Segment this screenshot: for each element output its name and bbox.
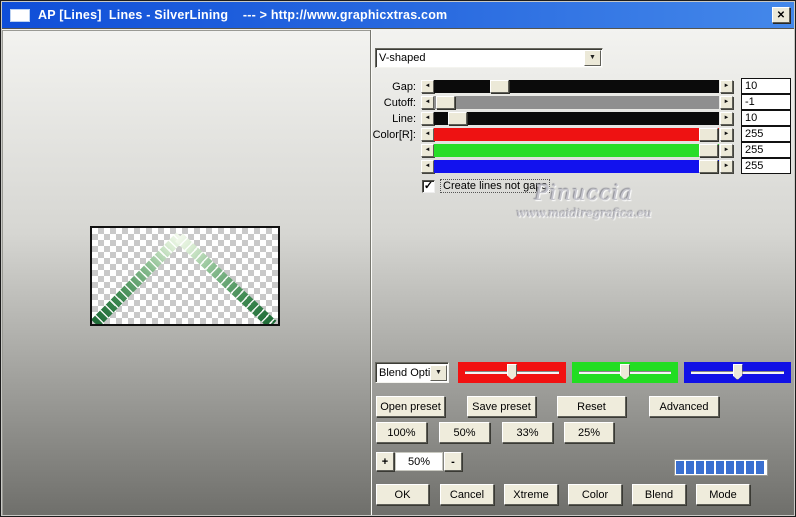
progress-segment	[736, 461, 744, 474]
ok-button[interactable]: OK	[376, 484, 429, 505]
color-label: Color[R]:	[372, 129, 416, 141]
blend-red-thumb[interactable]	[507, 364, 517, 380]
cutoff-value-field[interactable]	[741, 94, 791, 110]
blue-slider-thumb[interactable]	[699, 160, 718, 173]
window-title: AP [Lines] Lines - SilverLining --- > ht…	[38, 8, 448, 22]
watermark-name: Pinuccia	[534, 181, 634, 205]
blend-options-dropdown[interactable]: Blend Opti ▼	[375, 362, 449, 383]
window-icon	[10, 8, 30, 22]
cutoff-slider-thumb[interactable]	[436, 96, 455, 109]
blue-left-arrow-icon[interactable]: ◄	[421, 160, 434, 173]
gap-label: Gap:	[392, 81, 416, 93]
gap-right-arrow-icon[interactable]: ►	[720, 80, 733, 93]
color-blue-slider-row: ◄ ►	[374, 158, 794, 175]
progress-segment	[706, 461, 714, 474]
title-bar[interactable]: AP [Lines] Lines - SilverLining --- > ht…	[2, 2, 794, 28]
advanced-button[interactable]: Advanced	[649, 396, 719, 417]
blend-green-thumb[interactable]	[620, 364, 630, 380]
shape-dropdown-value: V-shaped	[379, 52, 426, 64]
cutoff-label: Cutoff:	[383, 97, 416, 109]
zoom-out-button[interactable]: -	[444, 452, 462, 471]
zoom-100-button[interactable]: 100%	[376, 422, 427, 443]
cutoff-left-arrow-icon[interactable]: ◄	[421, 96, 434, 109]
blend-red-slider[interactable]	[458, 362, 566, 383]
open-preset-button[interactable]: Open preset	[376, 396, 445, 417]
plugin-window: AP [Lines] Lines - SilverLining --- > ht…	[0, 0, 796, 517]
mode-button[interactable]: Mode	[696, 484, 750, 505]
close-icon: ✕	[776, 9, 786, 21]
progress-segment	[746, 461, 754, 474]
gap-slider-thumb[interactable]	[490, 80, 509, 93]
color-green-slider-row: ◄ ►	[374, 142, 794, 159]
cutoff-slider-row: Cutoff: ◄ ►	[374, 94, 794, 111]
zoom-level-display: 50%	[395, 452, 443, 471]
progress-segment	[716, 461, 724, 474]
controls-panel: V-shaped ▼ Gap: ◄ ► Cutoff: ◄ ►	[373, 29, 794, 515]
line-slider-track[interactable]	[434, 112, 719, 125]
blend-blue-slider[interactable]	[684, 362, 791, 383]
blend-options-value: Blend Opti	[379, 366, 430, 379]
color-red-slider-row: Color[R]: ◄ ►	[373, 126, 794, 143]
watermark-url: www.maidiregrafica.eu	[516, 206, 652, 220]
green-slider-track[interactable]	[434, 144, 719, 157]
red-left-arrow-icon[interactable]: ◄	[421, 128, 434, 141]
gap-slider-track[interactable]	[434, 80, 719, 93]
dialog-body: V-shaped ▼ Gap: ◄ ► Cutoff: ◄ ►	[2, 28, 794, 515]
watermark: Pinuccia www.maidiregrafica.eu	[484, 181, 684, 220]
save-preset-button[interactable]: Save preset	[467, 396, 536, 417]
cutoff-slider-track[interactable]	[434, 96, 719, 109]
create-lines-checkbox[interactable]: ✓	[422, 179, 435, 193]
progress-segment	[726, 461, 734, 474]
preview-line-right	[175, 233, 277, 324]
zoom-50-button[interactable]: 50%	[439, 422, 490, 443]
gap-value-field[interactable]	[741, 78, 791, 94]
cancel-button[interactable]: Cancel	[440, 484, 494, 505]
blend-button[interactable]: Blend	[632, 484, 686, 505]
shape-dropdown[interactable]: V-shaped ▼	[375, 48, 603, 68]
gap-slider-row: Gap: ◄ ►	[374, 78, 794, 95]
preview-panel	[2, 30, 372, 515]
line-left-arrow-icon[interactable]: ◄	[421, 112, 434, 125]
red-slider-track[interactable]	[434, 128, 719, 141]
gap-left-arrow-icon[interactable]: ◄	[421, 80, 434, 93]
line-right-arrow-icon[interactable]: ►	[720, 112, 733, 125]
blend-blue-thumb[interactable]	[732, 364, 743, 380]
preview-image[interactable]	[90, 226, 280, 326]
blue-right-arrow-icon[interactable]: ►	[720, 160, 733, 173]
green-left-arrow-icon[interactable]: ◄	[421, 144, 434, 157]
green-value-field[interactable]	[741, 142, 791, 158]
progress-bar	[674, 459, 768, 476]
zoom-33-button[interactable]: 33%	[502, 422, 553, 443]
chevron-down-icon[interactable]: ▼	[430, 364, 447, 381]
line-slider-row: Line: ◄ ►	[374, 110, 794, 127]
close-button[interactable]: ✕	[772, 7, 790, 23]
line-value-field[interactable]	[741, 110, 791, 126]
green-slider-thumb[interactable]	[699, 144, 718, 157]
progress-segment	[686, 461, 694, 474]
line-slider-thumb[interactable]	[448, 112, 467, 125]
progress-segment	[676, 461, 684, 474]
progress-segment	[696, 461, 704, 474]
blue-value-field[interactable]	[741, 158, 791, 174]
line-label: Line:	[392, 113, 416, 125]
red-right-arrow-icon[interactable]: ►	[720, 128, 733, 141]
blend-green-slider[interactable]	[572, 362, 678, 383]
progress-segment	[756, 461, 764, 474]
color-button[interactable]: Color	[568, 484, 622, 505]
preview-line-left	[92, 232, 185, 324]
red-value-field[interactable]	[741, 126, 791, 142]
red-slider-thumb[interactable]	[699, 128, 718, 141]
blue-slider-track[interactable]	[434, 160, 719, 173]
zoom-in-button[interactable]: +	[376, 452, 394, 471]
zoom-25-button[interactable]: 25%	[564, 422, 614, 443]
reset-button[interactable]: Reset	[557, 396, 626, 417]
xtreme-button[interactable]: Xtreme	[504, 484, 558, 505]
chevron-down-icon[interactable]: ▼	[584, 50, 601, 66]
cutoff-right-arrow-icon[interactable]: ►	[720, 96, 733, 109]
green-right-arrow-icon[interactable]: ►	[720, 144, 733, 157]
